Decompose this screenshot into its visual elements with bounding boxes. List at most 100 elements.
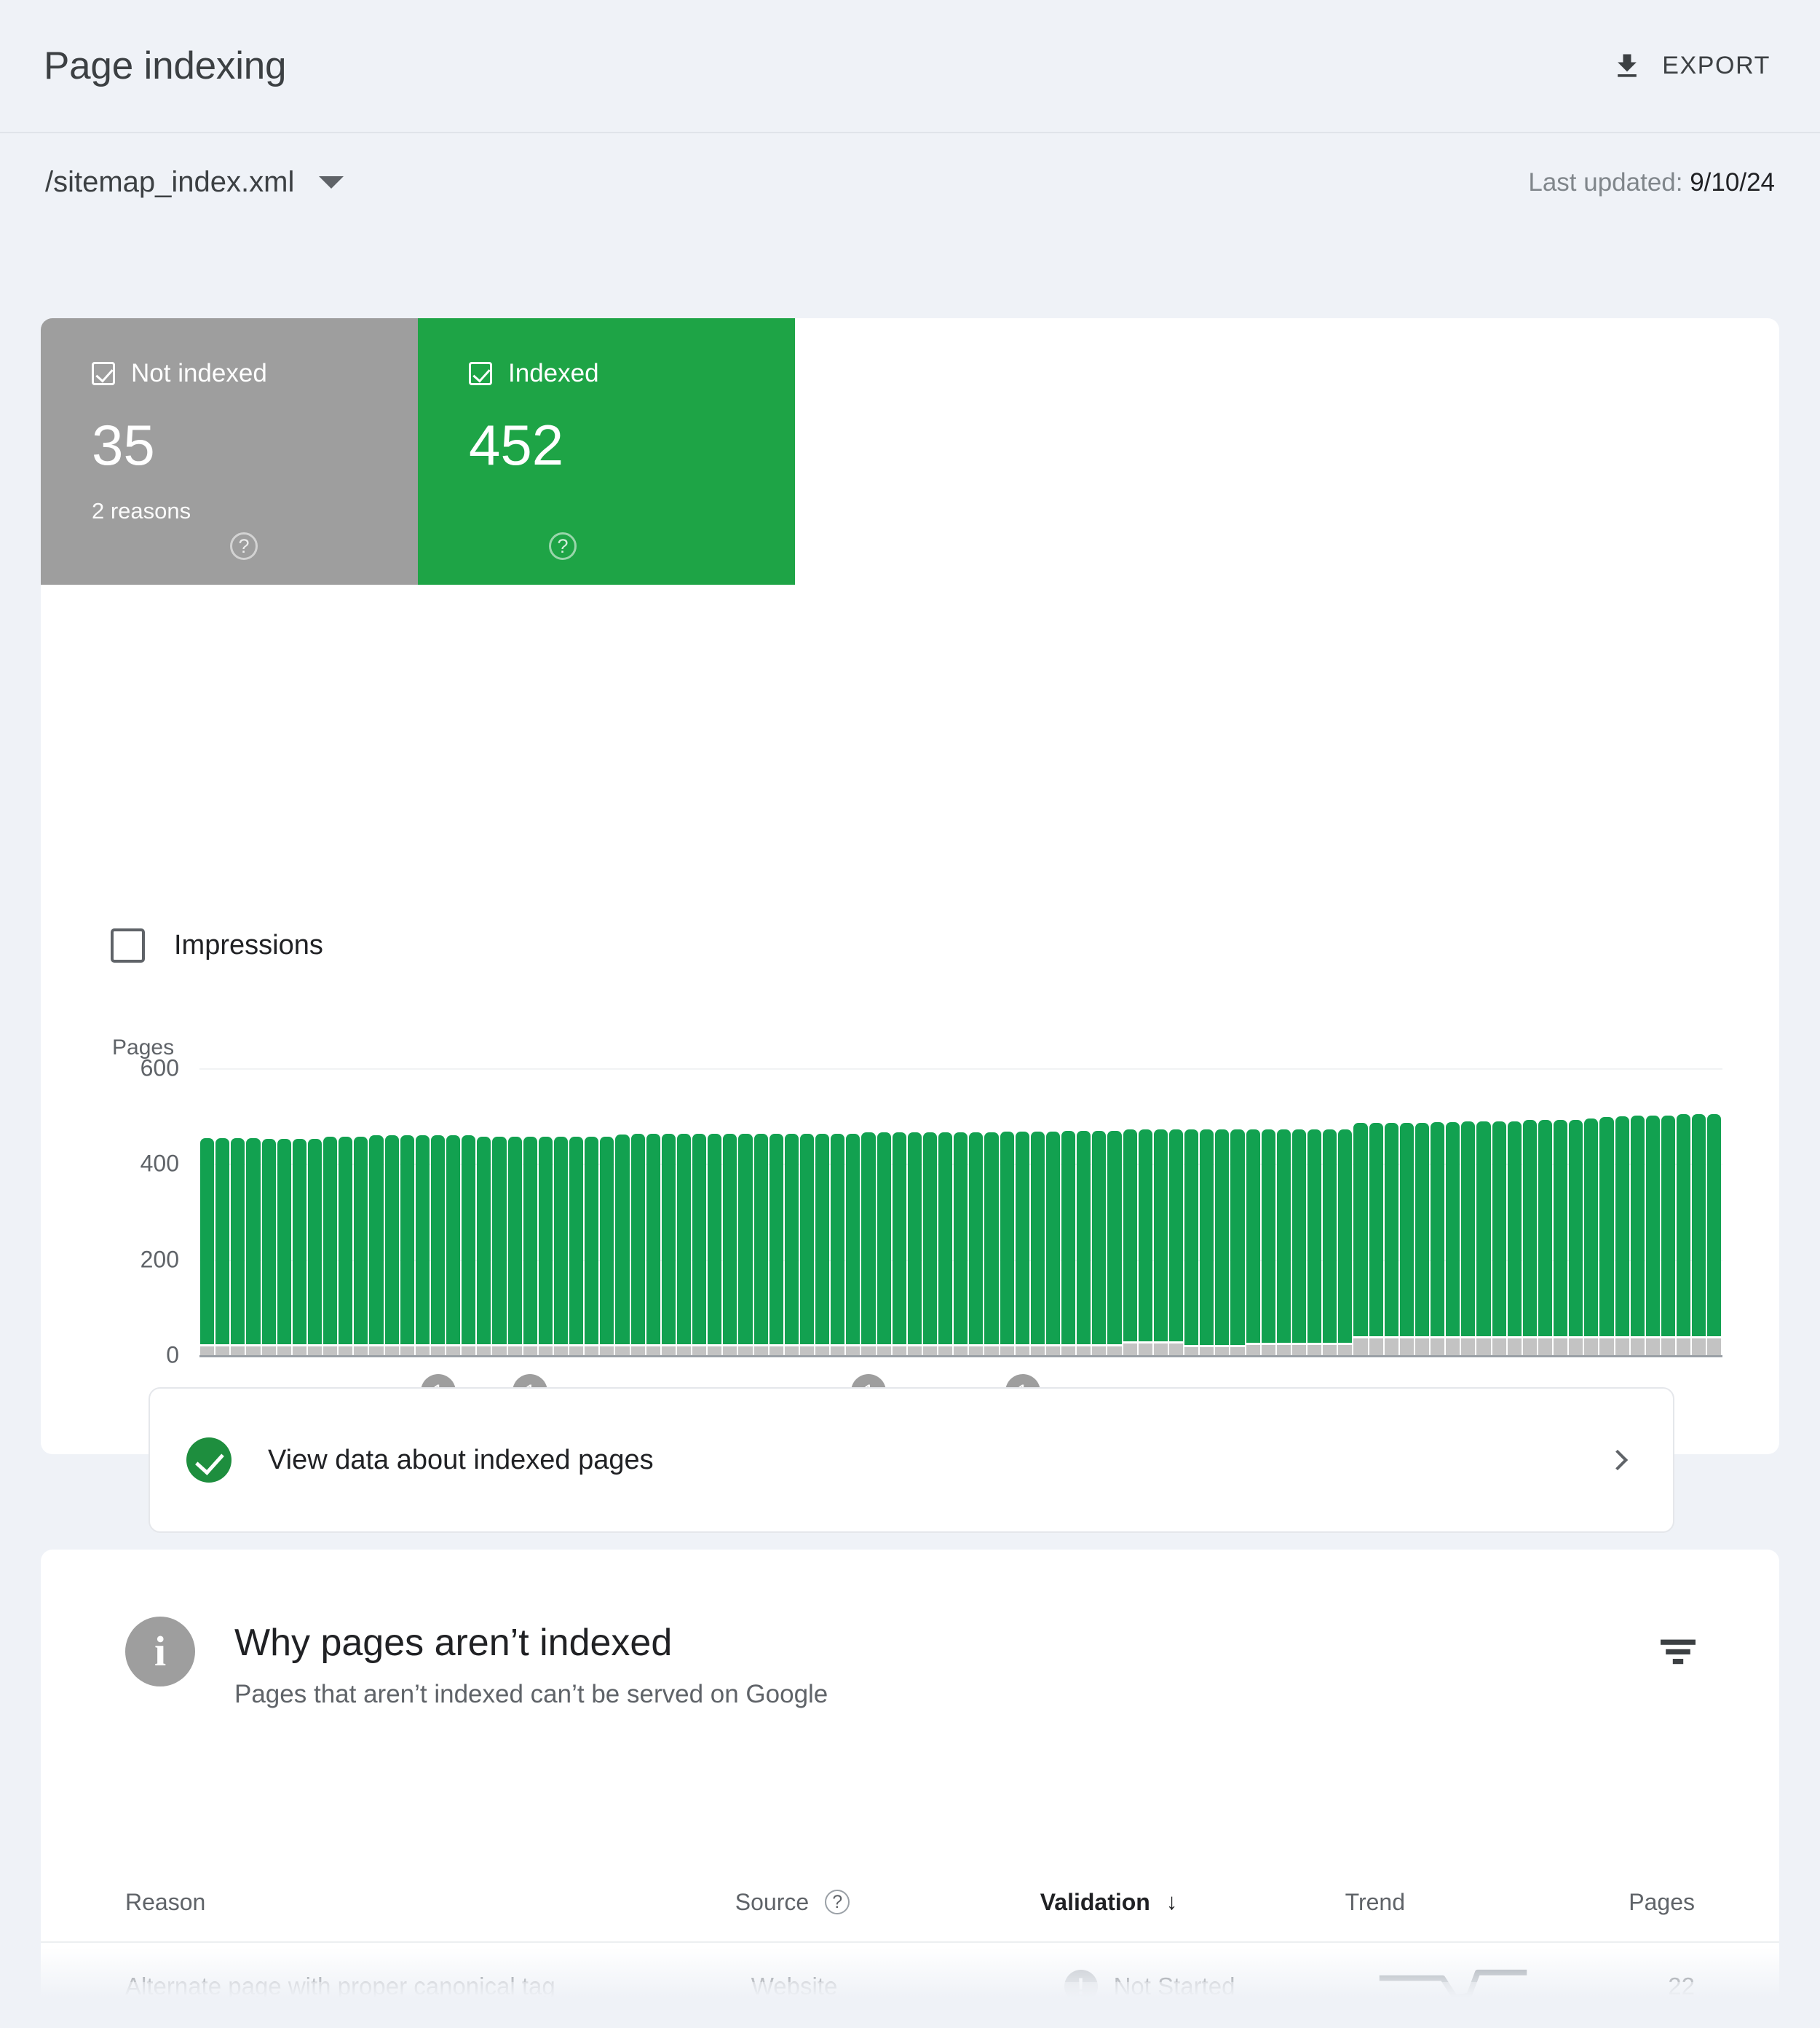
tile-indexed[interactable]: Indexed 452 ? xyxy=(418,318,795,585)
chart-bar[interactable] xyxy=(1492,1068,1507,1355)
chart-bar[interactable] xyxy=(1369,1068,1384,1355)
chart-bar[interactable] xyxy=(938,1068,953,1355)
chart-bar[interactable] xyxy=(1199,1068,1214,1355)
chart-bar[interactable] xyxy=(323,1068,338,1355)
chart-bar[interactable] xyxy=(860,1068,876,1355)
chart-bar[interactable] xyxy=(199,1068,215,1355)
help-icon-not-indexed[interactable]: ? xyxy=(230,532,258,560)
chart-bar[interactable] xyxy=(722,1068,737,1355)
chart-bar[interactable] xyxy=(877,1068,892,1355)
chart-bar[interactable] xyxy=(1353,1068,1368,1355)
chart-bar[interactable] xyxy=(400,1068,415,1355)
chart-bar[interactable] xyxy=(1615,1068,1630,1355)
chart-bar[interactable] xyxy=(307,1068,323,1355)
chart-bar[interactable] xyxy=(1261,1068,1276,1355)
chart-bar[interactable] xyxy=(830,1068,845,1355)
chart-bar[interactable] xyxy=(1168,1068,1184,1355)
chart-bar[interactable] xyxy=(1445,1068,1460,1355)
chart-bar[interactable] xyxy=(338,1068,353,1355)
chart-bar[interactable] xyxy=(1030,1068,1045,1355)
chart-bar[interactable] xyxy=(1507,1068,1522,1355)
chart-bar[interactable] xyxy=(1123,1068,1138,1355)
chart-bar[interactable] xyxy=(384,1068,400,1355)
chart-bar[interactable] xyxy=(1661,1068,1676,1355)
chart-bar[interactable] xyxy=(1399,1068,1415,1355)
chart-bar[interactable] xyxy=(1153,1068,1168,1355)
chart-bar[interactable] xyxy=(353,1068,368,1355)
view-indexed-pages-row[interactable]: View data about indexed pages xyxy=(149,1387,1674,1533)
chart-bar[interactable] xyxy=(845,1068,860,1355)
chart-bar[interactable] xyxy=(245,1068,261,1355)
chart-bar[interactable] xyxy=(1630,1068,1645,1355)
chart-bar[interactable] xyxy=(507,1068,523,1355)
chart-bar[interactable] xyxy=(815,1068,830,1355)
chart-bar[interactable] xyxy=(676,1068,692,1355)
chart-bar[interactable] xyxy=(1645,1068,1661,1355)
chart-bar[interactable] xyxy=(661,1068,676,1355)
chart-bar[interactable] xyxy=(737,1068,753,1355)
chart-bar[interactable] xyxy=(1276,1068,1291,1355)
checkbox-not-indexed[interactable] xyxy=(92,361,115,385)
chart-bar[interactable] xyxy=(1522,1068,1538,1355)
chart-bar[interactable] xyxy=(277,1068,292,1355)
chart-bar[interactable] xyxy=(922,1068,938,1355)
chart-bar[interactable] xyxy=(1246,1068,1261,1355)
chart-bar[interactable] xyxy=(953,1068,968,1355)
chart-bar[interactable] xyxy=(538,1068,553,1355)
chart-bar[interactable] xyxy=(984,1068,999,1355)
col-header-validation[interactable]: Validation ↓ xyxy=(1040,1889,1345,1916)
chart-bar[interactable] xyxy=(430,1068,446,1355)
chart-bar[interactable] xyxy=(584,1068,599,1355)
checkbox-impressions[interactable] xyxy=(111,928,145,963)
chart-bar[interactable] xyxy=(968,1068,984,1355)
chart-bar[interactable] xyxy=(261,1068,277,1355)
impressions-toggle[interactable]: Impressions xyxy=(111,928,323,963)
sitemap-dropdown[interactable]: /sitemap_index.xml xyxy=(45,166,344,199)
chart-bar[interactable] xyxy=(569,1068,584,1355)
chart-bar[interactable] xyxy=(1307,1068,1322,1355)
chart-bar[interactable] xyxy=(1138,1068,1153,1355)
chart-bar[interactable] xyxy=(1460,1068,1476,1355)
chart-bar[interactable] xyxy=(1184,1068,1199,1355)
chart-bar[interactable] xyxy=(215,1068,230,1355)
chart-bar[interactable] xyxy=(476,1068,491,1355)
chart-bar[interactable] xyxy=(1045,1068,1061,1355)
chart-bar[interactable] xyxy=(415,1068,430,1355)
chart-bar[interactable] xyxy=(907,1068,922,1355)
chart-bar[interactable] xyxy=(1568,1068,1583,1355)
chart-bar[interactable] xyxy=(1091,1068,1107,1355)
chart-bar[interactable] xyxy=(1061,1068,1076,1355)
chart-bar[interactable] xyxy=(1000,1068,1015,1355)
help-icon-indexed[interactable]: ? xyxy=(549,532,577,560)
chart-bar[interactable] xyxy=(692,1068,707,1355)
chart-bar[interactable] xyxy=(1538,1068,1553,1355)
chart-bar[interactable] xyxy=(1476,1068,1491,1355)
chart-bar[interactable] xyxy=(1230,1068,1245,1355)
chart-bar[interactable] xyxy=(446,1068,461,1355)
chart-bar[interactable] xyxy=(1076,1068,1091,1355)
chart-bar[interactable] xyxy=(892,1068,907,1355)
chart-bar[interactable] xyxy=(523,1068,538,1355)
chart-bar[interactable] xyxy=(799,1068,815,1355)
chart-bar[interactable] xyxy=(491,1068,507,1355)
tile-not-indexed[interactable]: Not indexed 35 2 reasons ? xyxy=(41,318,418,585)
chart-bar[interactable] xyxy=(553,1068,569,1355)
chart-bar[interactable] xyxy=(368,1068,384,1355)
chart-bar[interactable] xyxy=(630,1068,646,1355)
chart-bar[interactable] xyxy=(646,1068,661,1355)
chart-bar[interactable] xyxy=(1214,1068,1230,1355)
help-icon-source[interactable]: ? xyxy=(825,1890,850,1914)
chart-bar[interactable] xyxy=(1676,1068,1691,1355)
chart-bar[interactable] xyxy=(1015,1068,1030,1355)
chart-bar[interactable] xyxy=(1553,1068,1568,1355)
chart-bar[interactable] xyxy=(1430,1068,1445,1355)
chart-bar[interactable] xyxy=(707,1068,722,1355)
chart-bar[interactable] xyxy=(461,1068,476,1355)
chart-bar[interactable] xyxy=(1384,1068,1399,1355)
chart-bar[interactable] xyxy=(769,1068,784,1355)
chart-bar[interactable] xyxy=(784,1068,799,1355)
chart-bar[interactable] xyxy=(599,1068,614,1355)
chart-bar[interactable] xyxy=(614,1068,630,1355)
chart-bar[interactable] xyxy=(1291,1068,1307,1355)
chart-bar[interactable] xyxy=(1599,1068,1614,1355)
